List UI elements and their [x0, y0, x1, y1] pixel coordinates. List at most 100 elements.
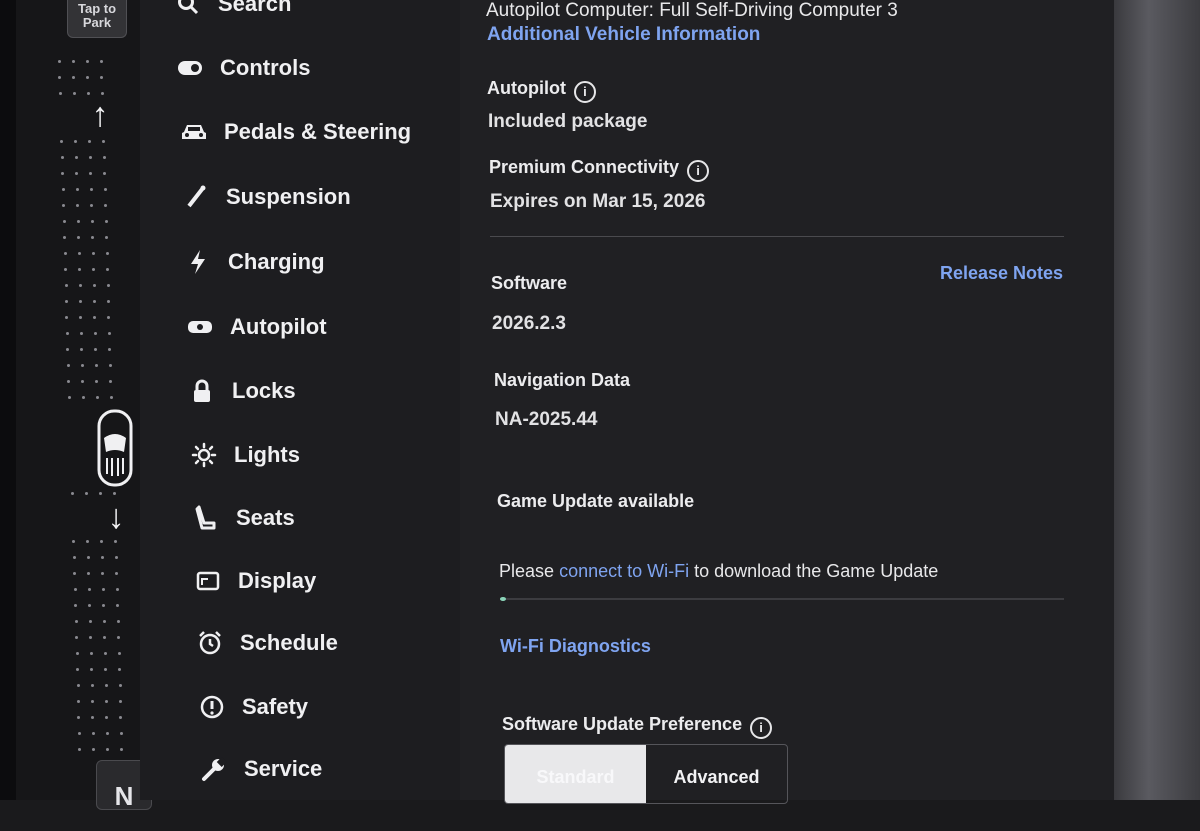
gear-track-dot [91, 700, 94, 703]
gear-track-dot [102, 140, 106, 143]
menu-label-pedals-steering: Pedals & Steering [224, 119, 412, 144]
gear-track-dot [94, 348, 98, 351]
lightning-icon [180, 249, 216, 275]
seat-icon [188, 505, 224, 531]
wifi-diagnostics-link[interactable]: Wi-Fi Diagnostics [500, 636, 651, 657]
software-header: Software [491, 273, 568, 293]
alarm-clock-icon [192, 630, 228, 656]
gear-track-dot [58, 76, 62, 79]
gear-track-dot [105, 236, 109, 239]
gear-track-dot [89, 652, 93, 655]
gear-track-dot [93, 332, 97, 335]
gear-track-dot [105, 700, 108, 703]
gear-track-dot [70, 492, 74, 495]
menu-label-lights: Lights [234, 442, 300, 467]
gear-track-dot [115, 572, 119, 575]
game-update-status: Game Update available [497, 491, 695, 511]
gear-track-dot [104, 684, 108, 687]
gear-track-dot [78, 268, 82, 271]
wifi-prompt-text: Please connect to Wi-Fi to download the … [499, 561, 938, 582]
gear-track-dot [75, 636, 79, 639]
gear-track-dot [103, 172, 107, 175]
menu-item-charging[interactable]: Charging [180, 242, 325, 282]
gear-track-dot [72, 540, 76, 543]
park-label-line2: Park [82, 15, 112, 30]
info-icon[interactable]: i [750, 717, 773, 739]
gear-track-dot [118, 668, 122, 671]
menu-item-schedule[interactable]: Schedule [192, 623, 338, 663]
menu-item-safety[interactable]: Safety [194, 687, 308, 727]
software-version-value: 2026.2.3 [492, 313, 566, 334]
gear-track-dot [79, 332, 83, 335]
gear-track-dot [65, 316, 69, 319]
gear-track-dot [77, 716, 81, 719]
menu-item-pedals-steering[interactable]: Pedals & Steering [176, 112, 411, 152]
menu-item-controls[interactable]: Controls [172, 48, 310, 88]
gear-track-dot [92, 748, 96, 751]
gear-track-dot [100, 556, 104, 559]
gear-track-dot [114, 540, 118, 543]
menu-item-service[interactable]: Service [196, 749, 322, 789]
menu-item-display[interactable]: Display [190, 561, 316, 601]
park-label-line1: Tap to [77, 1, 117, 16]
menu-item-locks[interactable]: Locks [184, 371, 296, 411]
menu-label-controls: Controls [220, 55, 311, 80]
menu-item-seats[interactable]: Seats [188, 498, 295, 538]
download-progress-bar [500, 597, 1064, 601]
wifi-prompt-pre: Please [499, 561, 555, 581]
gear-track-dot [120, 748, 124, 751]
gear-track-dot [115, 588, 119, 591]
update-preference-selector[interactable]: Standard Advanced [504, 744, 788, 804]
gear-track-dot [117, 636, 121, 639]
tap-to-park-button[interactable]: Tap to Park [67, 0, 127, 38]
connect-wifi-link[interactable]: connect to Wi-Fi [559, 561, 689, 581]
release-notes-link[interactable]: Release Notes [940, 263, 1063, 284]
gear-track-dot [93, 316, 97, 319]
gear-track-dot [100, 92, 104, 95]
info-icon[interactable]: i [687, 160, 710, 182]
standard-option-button[interactable]: Standard [505, 745, 646, 803]
advanced-option-button[interactable]: Advanced [646, 745, 787, 803]
menu-item-autopilot[interactable]: Autopilot [182, 307, 327, 347]
gear-track-dot [91, 236, 95, 239]
drive-up-arrow-icon[interactable]: ↑ [80, 98, 120, 132]
gear-track-dot [57, 60, 61, 63]
menu-item-lights[interactable]: Lights [186, 435, 300, 475]
gear-track-dot [108, 364, 112, 367]
software-settings-panel: Autopilot Computer: Full Self-Driving Co… [460, 0, 1114, 804]
gear-track-dot [62, 220, 66, 223]
section-divider [490, 236, 1064, 237]
premium-connectivity-header: Premium Connectivity i [489, 157, 710, 182]
reverse-down-arrow-icon[interactable]: ↓ [96, 500, 136, 534]
gear-track-dot [89, 172, 93, 175]
gear-track-dot [77, 732, 81, 735]
gear-track-dot [88, 140, 92, 143]
gear-track-dot [86, 556, 90, 559]
gear-track-dot [95, 380, 99, 383]
car-icon [176, 122, 212, 142]
gear-track-dot [86, 76, 90, 79]
wrench-icon [196, 756, 232, 782]
info-icon[interactable]: i [573, 81, 596, 103]
toggle-icon [172, 60, 208, 76]
gear-track-dot [119, 732, 123, 735]
gear-track-dot [101, 588, 105, 591]
gear-track-dot [88, 156, 92, 159]
menu-label-seats: Seats [236, 505, 295, 530]
gear-track-dot [90, 684, 94, 687]
gear-track-dot [72, 76, 76, 79]
menu-item-search[interactable]: Search [170, 0, 291, 24]
gear-track-dot [91, 252, 95, 255]
gear-track-dot [116, 620, 120, 623]
gear-track-dot [109, 396, 113, 399]
gear-track-dot [60, 140, 64, 143]
gear-track-dot [78, 748, 82, 751]
gear-track-dot [73, 588, 77, 591]
gear-track-dot [87, 572, 91, 575]
gear-track-dot [93, 300, 96, 303]
gear-track-dot [102, 620, 106, 623]
additional-vehicle-info-link[interactable]: Additional Vehicle Information [487, 24, 760, 46]
menu-item-suspension[interactable]: Suspension [178, 177, 351, 217]
menu-label-display: Display [238, 568, 317, 593]
gear-selector-strip[interactable]: Tap to Park ↑ ↓ N [16, 0, 152, 811]
